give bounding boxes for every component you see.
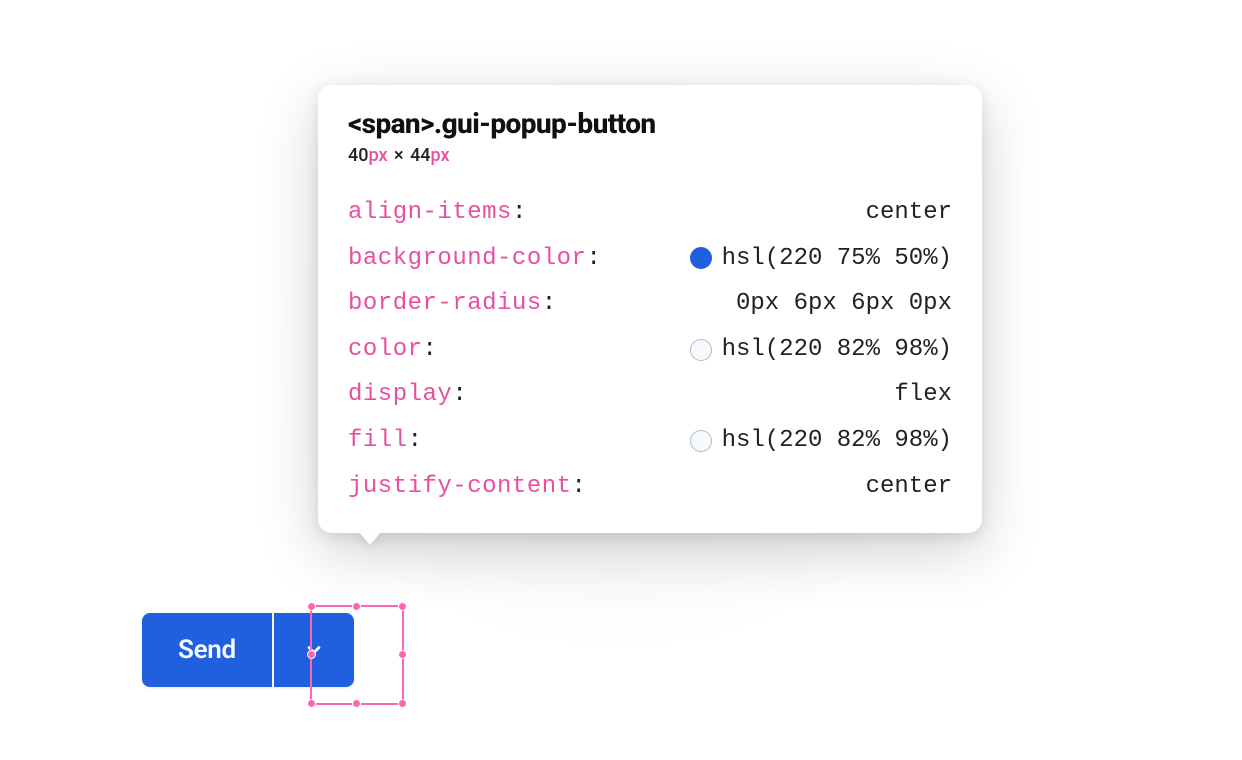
css-value: hsl(220 82% 98%) [722,418,952,464]
css-value: hsl(220 82% 98%) [722,327,952,373]
color-swatch-icon [690,339,712,361]
css-property: background-color [348,245,586,272]
css-row: display: flex [348,372,952,418]
send-split-button: Send [142,613,354,687]
chevron-down-icon [304,640,324,660]
css-value: 0px 6px 6px 0px [736,281,952,327]
send-button[interactable]: Send [142,613,272,687]
css-properties-list: align-items: center background-color: hs… [348,190,952,509]
css-value: center [866,190,952,236]
inspector-selector: <span>.gui-popup-button [348,107,952,140]
inspector-tag-name: <span> [348,107,434,140]
css-property: display [348,381,452,408]
css-property: color [348,336,423,363]
dim-multiply: × [392,145,406,166]
dim-width: 40 [348,145,368,166]
resize-handle-bottom-mid-icon[interactable] [352,699,361,708]
css-row: color: hsl(220 82% 98%) [348,327,952,373]
color-swatch-icon [690,247,712,269]
css-value: flex [894,372,952,418]
dim-height: 44 [410,145,430,166]
css-property: border-radius [348,290,542,317]
css-row: background-color: hsl(220 75% 50%) [348,236,952,282]
css-row: border-radius: 0px 6px 6px 0px [348,281,952,327]
inspector-class-name: .gui-popup-button [434,107,656,140]
css-property: align-items [348,199,512,226]
tooltip-arrow-icon [358,531,382,545]
css-property: fill [348,427,408,454]
resize-handle-top-left-icon[interactable] [307,602,316,611]
css-value: hsl(220 75% 50%) [722,236,952,282]
resize-handle-top-right-icon[interactable] [398,602,407,611]
resize-handle-mid-right-icon[interactable] [398,650,407,659]
send-button-label: Send [178,635,236,665]
css-value: center [866,464,952,510]
dim-height-unit: px [431,145,450,166]
css-row: justify-content: center [348,464,952,510]
css-row: fill: hsl(220 82% 98%) [348,418,952,464]
color-swatch-icon [690,430,712,452]
css-inspector-tooltip: <span>.gui-popup-button 40px × 44px alig… [318,85,982,533]
dim-width-unit: px [368,145,387,166]
resize-handle-bottom-left-icon[interactable] [307,699,316,708]
resize-handle-bottom-right-icon[interactable] [398,699,407,708]
css-property: justify-content [348,473,572,500]
css-row: align-items: center [348,190,952,236]
gui-popup-button[interactable] [274,613,354,687]
resize-handle-top-mid-icon[interactable] [352,602,361,611]
inspector-dimensions: 40px × 44px [348,145,952,166]
